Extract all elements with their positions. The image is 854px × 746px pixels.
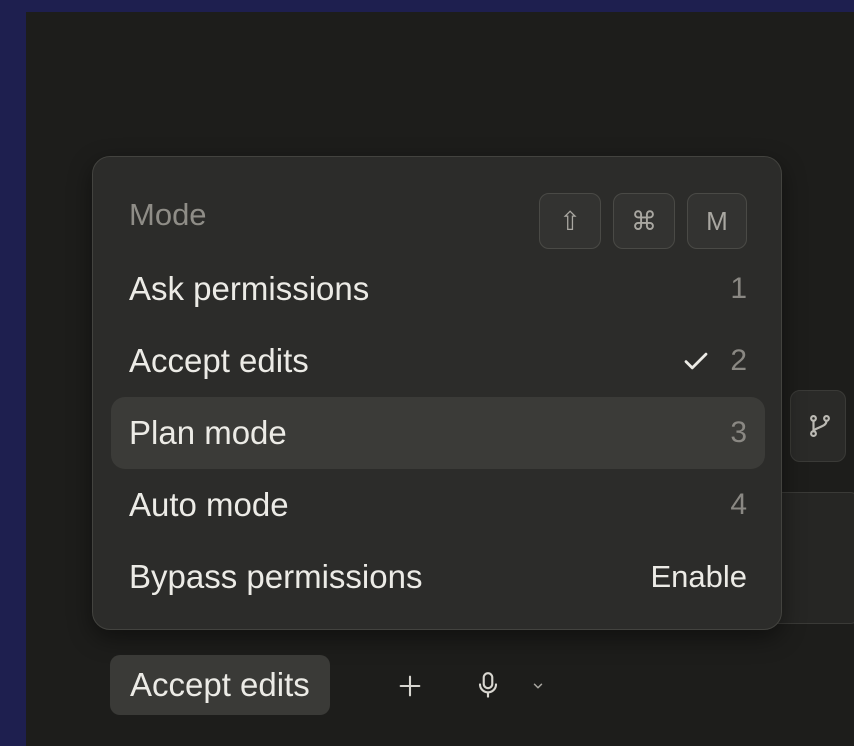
menu-item-label: Accept edits: [129, 342, 309, 379]
shift-key: ⇧: [539, 193, 601, 249]
menu-item-plan-mode[interactable]: Plan mode 3: [111, 397, 765, 469]
checkmark-icon: [684, 352, 708, 370]
menu-item-label: Bypass permissions: [129, 558, 423, 595]
menu-item-shortcut: 2: [730, 344, 747, 377]
keyboard-shortcut: ⇧ ⌘ M: [539, 193, 747, 249]
mode-selector-button[interactable]: Accept edits: [110, 655, 330, 715]
branch-button[interactable]: [790, 390, 846, 462]
menu-item-shortcut: 1: [730, 272, 747, 305]
m-key: M: [687, 193, 747, 249]
menu-item-shortcut: 4: [730, 488, 747, 521]
menu-item-label: Auto mode: [129, 486, 289, 523]
menu-item-bypass-permissions[interactable]: Bypass permissions Enable: [111, 541, 765, 613]
command-key: ⌘: [613, 193, 675, 249]
enable-button[interactable]: Enable: [650, 559, 747, 595]
menu-item-label: Ask permissions: [129, 270, 370, 307]
menu-item-auto-mode[interactable]: Auto mode 4: [111, 469, 765, 541]
menu-item-label: Plan mode: [129, 414, 287, 451]
menu-title: Mode: [129, 197, 207, 232]
menu-item-ask-permissions[interactable]: Ask permissions 1: [111, 253, 765, 325]
git-branch-icon: [810, 414, 830, 438]
menu-item-accept-edits[interactable]: Accept edits 2: [111, 325, 765, 397]
mode-menu: Mode ⇧ ⌘ M Ask permissions 1 Accept edit…: [92, 156, 782, 630]
plus-icon[interactable]: [392, 668, 428, 704]
menu-item-shortcut: 3: [730, 416, 747, 449]
chevron-down-icon[interactable]: [528, 676, 548, 696]
microphone-icon[interactable]: [470, 666, 506, 706]
